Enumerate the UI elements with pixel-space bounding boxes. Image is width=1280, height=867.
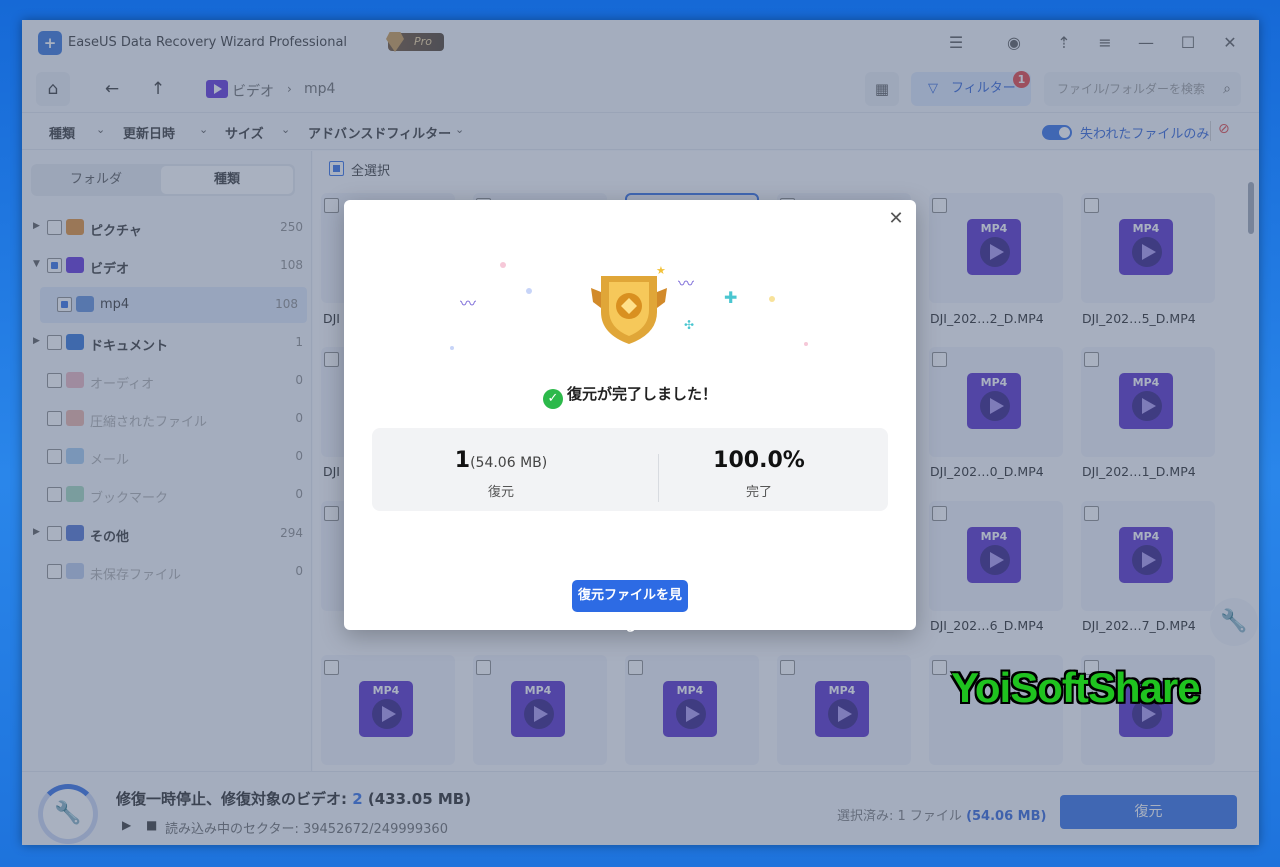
- completion-percent: 100.0%: [713, 448, 805, 473]
- confetti-dot: [526, 288, 532, 294]
- confetti-icon: 〰: [678, 274, 695, 293]
- confetti-dot: [769, 296, 775, 302]
- recovery-stats: 1(54.06 MB) 復元 100.0% 完了: [372, 428, 888, 511]
- watermark: YoiSoftShare: [951, 664, 1201, 711]
- view-recovered-files-button[interactable]: 復元ファイルを見る: [572, 580, 688, 635]
- title-text: 復元が完了しました！: [566, 385, 717, 403]
- trophy-icon: [591, 276, 667, 344]
- confetti-icon: 〰: [460, 294, 477, 313]
- check-icon: ✓: [542, 389, 563, 409]
- recovery-complete-dialog: ✕ 〰 〰 ✚ ✣ ★ ✓ 復元が完了しました！ 1(54.06 MB) 復元 1…: [344, 200, 916, 635]
- star-icon: ★: [656, 264, 666, 277]
- completion-stat: 100.0% 完了: [630, 448, 888, 500]
- recovery-complete-title: ✓ 復元が完了しました！: [344, 383, 916, 409]
- completion-label: 完了: [745, 485, 772, 500]
- confetti-dot: [804, 342, 808, 346]
- recovered-count-stat: 1(54.06 MB) 復元: [372, 448, 630, 500]
- sparkle-icon: ✚: [724, 288, 738, 307]
- confetti-dot: [500, 262, 506, 268]
- confetti-dot: [450, 346, 454, 350]
- sparkle-icon: ✣: [684, 318, 695, 332]
- recovered-count: 1: [454, 448, 471, 473]
- recovered-label: 復元: [487, 485, 514, 500]
- close-icon[interactable]: ✕: [882, 205, 910, 233]
- recovered-size: (54.06 MB): [470, 455, 548, 471]
